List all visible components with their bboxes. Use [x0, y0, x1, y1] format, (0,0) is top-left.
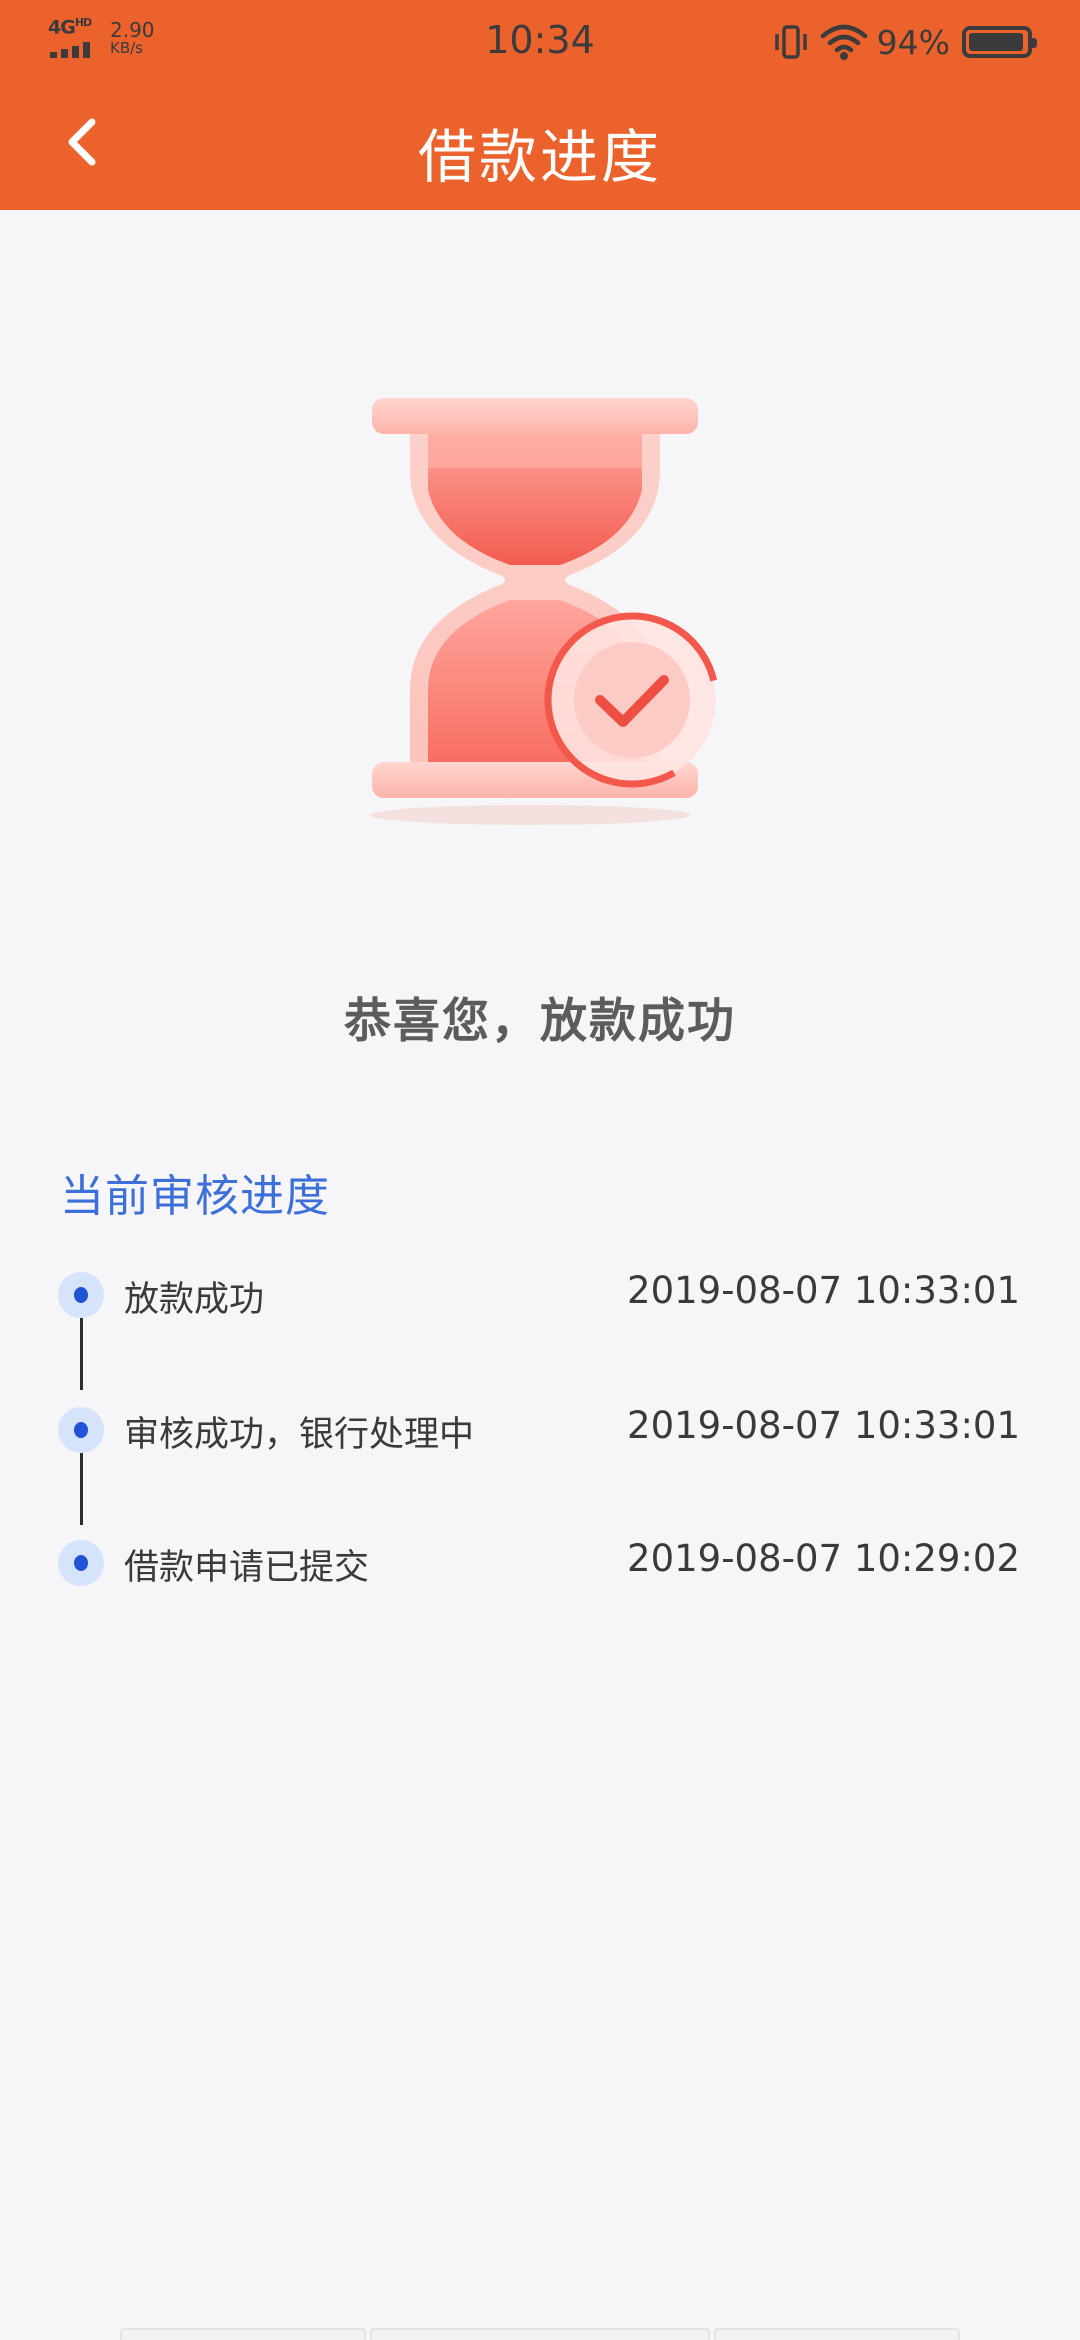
top-bar: 4GHD 2.90 KB/s 10:34 94% 借款进度: [0, 0, 1080, 210]
step-label: 放款成功: [124, 1280, 265, 1320]
battery-percent: 94%: [876, 22, 950, 62]
status-bar: 4GHD 2.90 KB/s 10:34 94%: [0, 0, 1080, 84]
step-dot-icon: [58, 1540, 104, 1586]
step-time: 2019-08-07 10:29:02: [627, 1537, 1020, 1580]
battery-icon: [962, 26, 1037, 58]
wifi-icon: [820, 24, 867, 60]
progress-section-title: 当前审核进度: [60, 1171, 330, 1222]
bottom-edge-tabs: [0, 2328, 1080, 2340]
timeline-step: 审核成功，银行处理中 2019-08-07 10:33:01: [0, 1390, 1080, 1470]
step-time: 2019-08-07 10:33:01: [627, 1269, 1020, 1312]
result-headline: 恭喜您，放款成功: [344, 994, 736, 1049]
status-icons: 94%: [771, 20, 1037, 64]
step-dot-icon: [58, 1407, 104, 1453]
progress-timeline: 放款成功 2019-08-07 10:33:01 审核成功，银行处理中 2019…: [0, 1255, 1080, 1695]
hourglass-check-icon: [330, 360, 750, 840]
step-label: 审核成功，银行处理中: [124, 1415, 475, 1455]
step-dot-icon: [58, 1272, 104, 1318]
page-title: 借款进度: [417, 123, 662, 191]
step-time: 2019-08-07 10:33:01: [627, 1404, 1020, 1447]
timeline-step: 放款成功 2019-08-07 10:33:01: [0, 1255, 1080, 1335]
vibrate-icon: [774, 25, 807, 59]
step-label: 借款申请已提交: [124, 1548, 370, 1588]
timeline-step: 借款申请已提交 2019-08-07 10:29:02: [0, 1523, 1080, 1603]
